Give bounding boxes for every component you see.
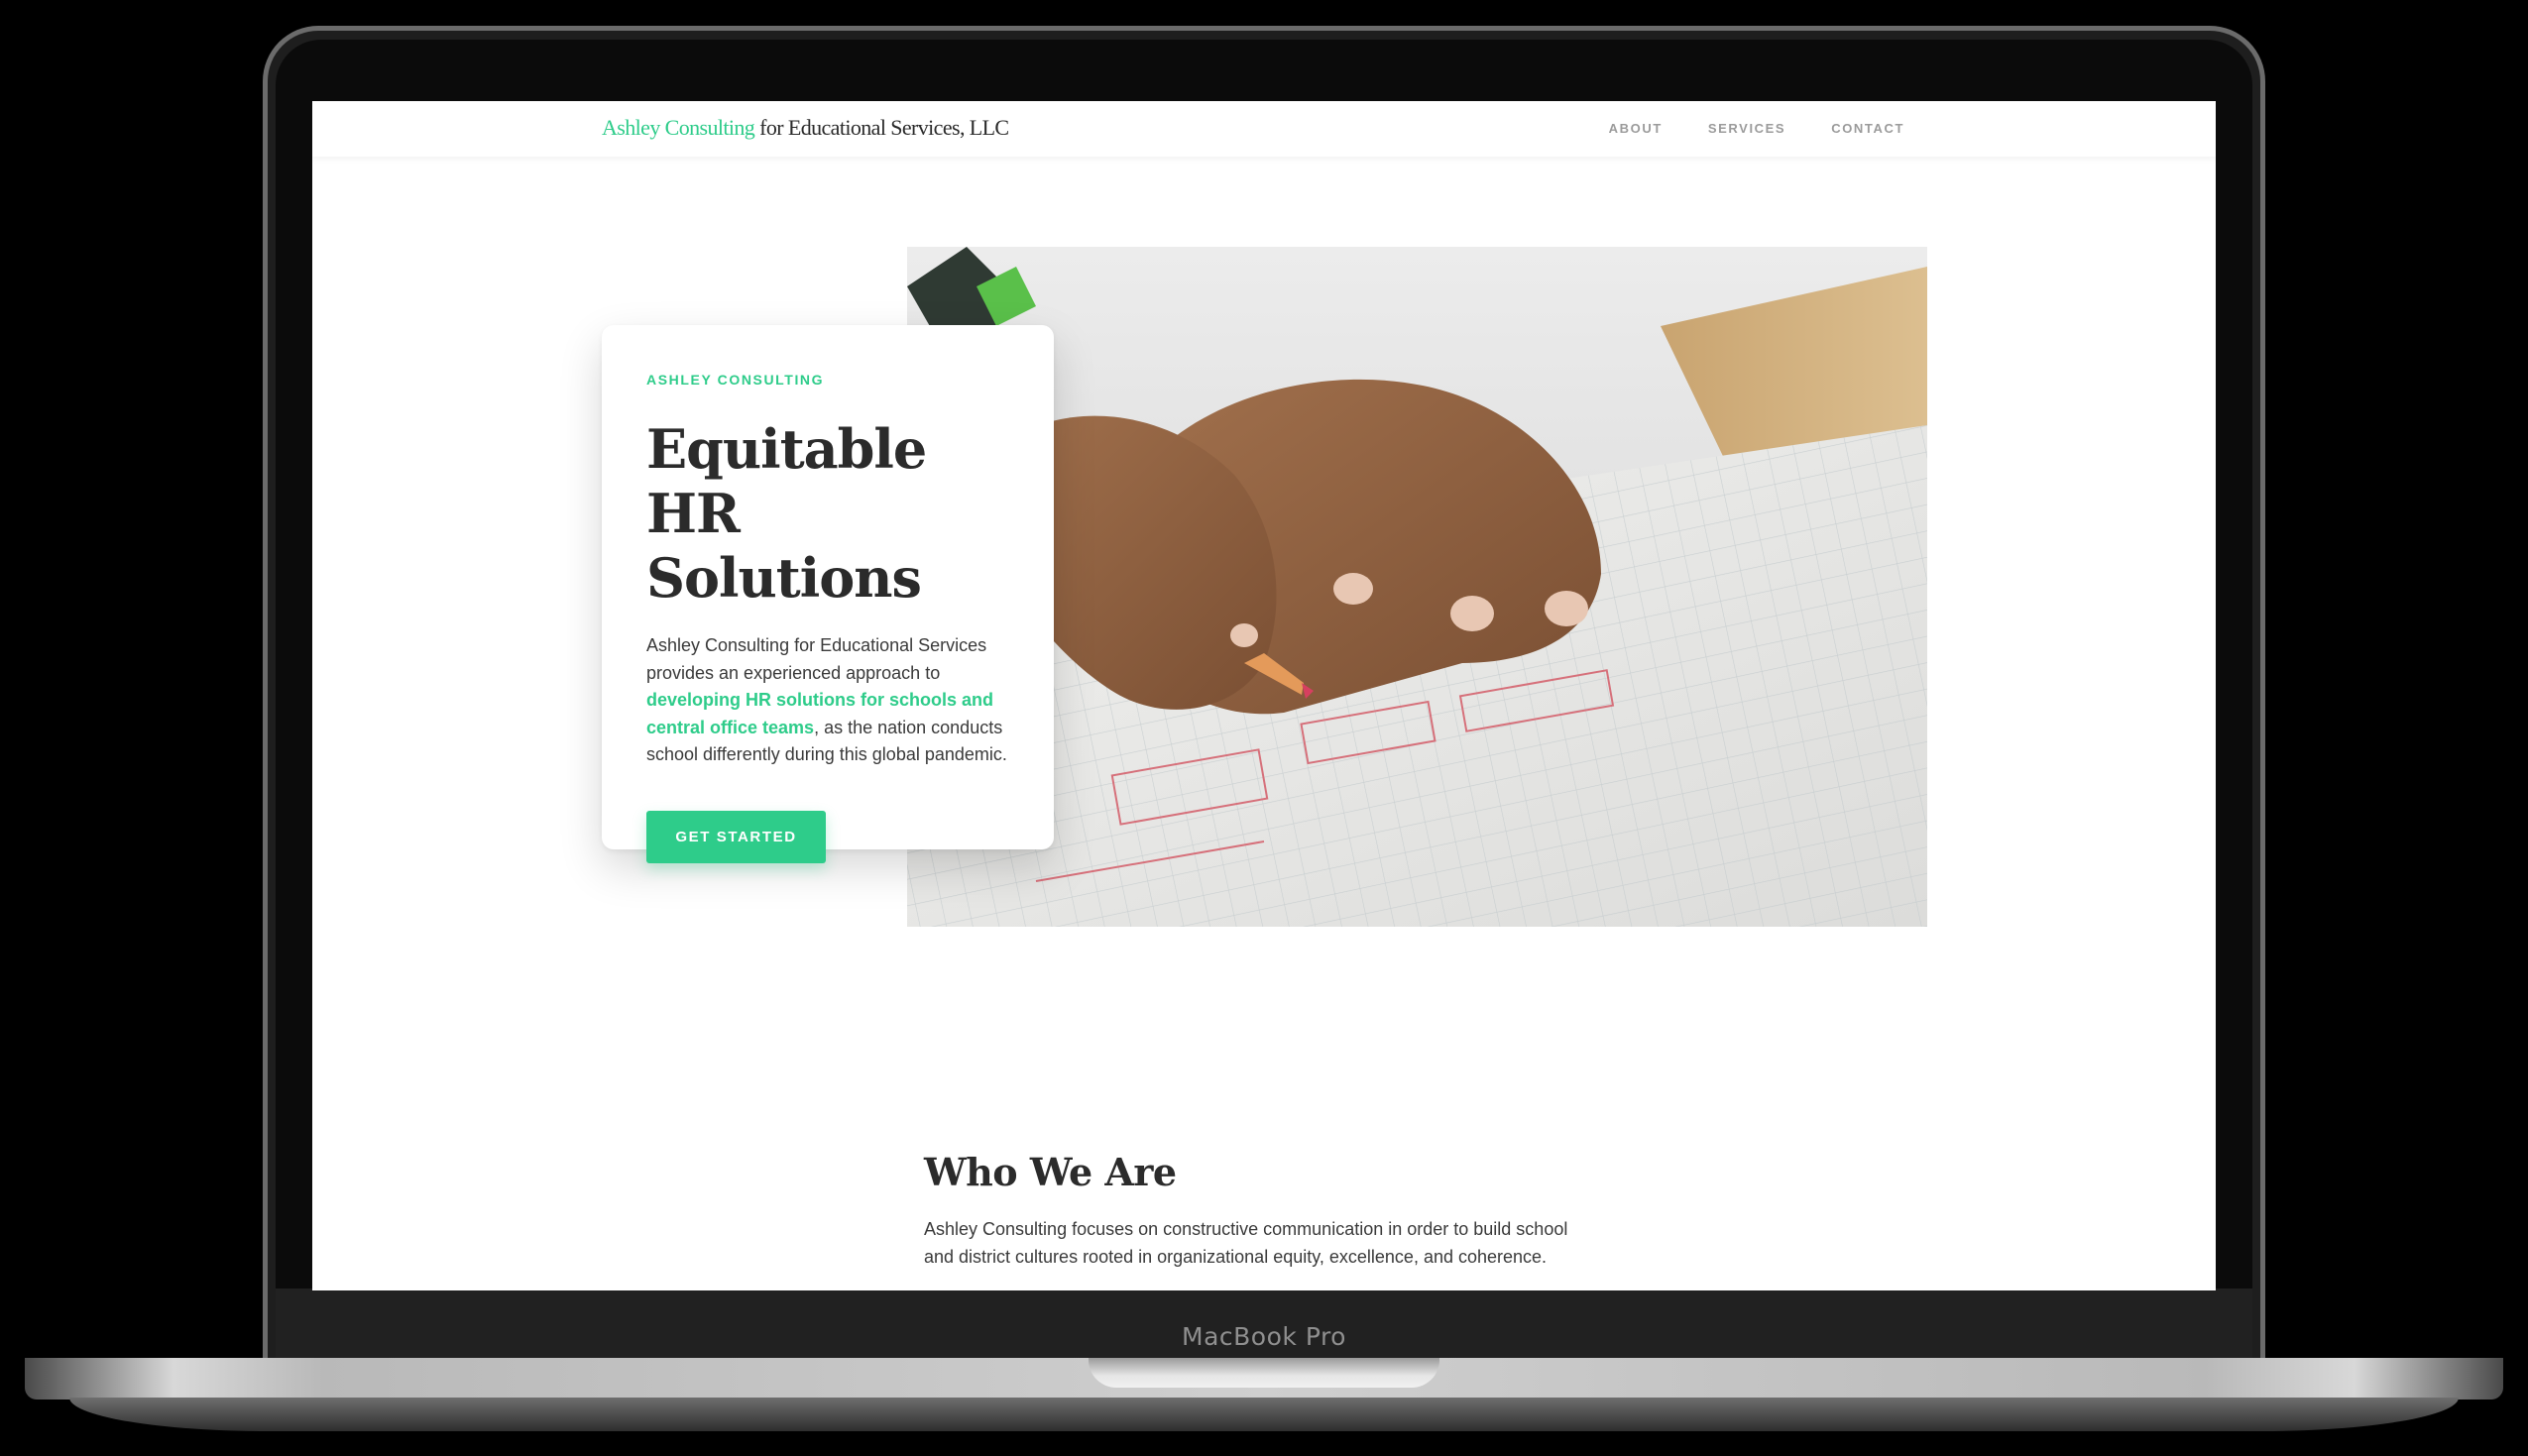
- who-we-are-body: Ashley Consulting focuses on constructiv…: [924, 1219, 1568, 1267]
- get-started-button[interactable]: GET STARTED: [646, 810, 826, 863]
- hero-description: Ashley Consulting for Educational Servic…: [646, 632, 1009, 769]
- hero-photo-illustration: [907, 247, 1927, 927]
- device-label: MacBook Pro: [1182, 1322, 1346, 1351]
- main-nav: ABOUT SERVICES CONTACT: [1609, 121, 1904, 136]
- hero-image: [907, 247, 1927, 927]
- laptop-base-bottom: [69, 1398, 2459, 1431]
- who-we-are-title: Who We Are: [924, 1150, 1177, 1194]
- hero-eyebrow: ASHLEY CONSULTING: [646, 372, 825, 388]
- nav-link-services[interactable]: SERVICES: [1708, 121, 1785, 136]
- hero-description-pre: Ashley Consulting for Educational Servic…: [646, 635, 987, 683]
- nav-link-about[interactable]: ABOUT: [1609, 121, 1663, 136]
- website-screen: Ashley Consulting for Educational Servic…: [312, 101, 2216, 1290]
- site-logo[interactable]: Ashley Consulting for Educational Servic…: [602, 115, 1009, 141]
- logo-suffix: for Educational Services, LLC: [754, 115, 1009, 140]
- hero-title-line2: Solutions: [646, 546, 922, 610]
- site-header: Ashley Consulting for Educational Servic…: [312, 101, 2216, 157]
- hero-title: Equitable HR Solutions: [646, 417, 1009, 611]
- logo-name: Ashley Consulting: [602, 115, 755, 140]
- laptop-notch: [1089, 1358, 1439, 1388]
- hero-card: ASHLEY CONSULTING Equitable HR Solutions…: [602, 325, 1054, 863]
- hero-title-line1: Equitable HR: [646, 417, 927, 545]
- nav-link-contact[interactable]: CONTACT: [1831, 121, 1904, 136]
